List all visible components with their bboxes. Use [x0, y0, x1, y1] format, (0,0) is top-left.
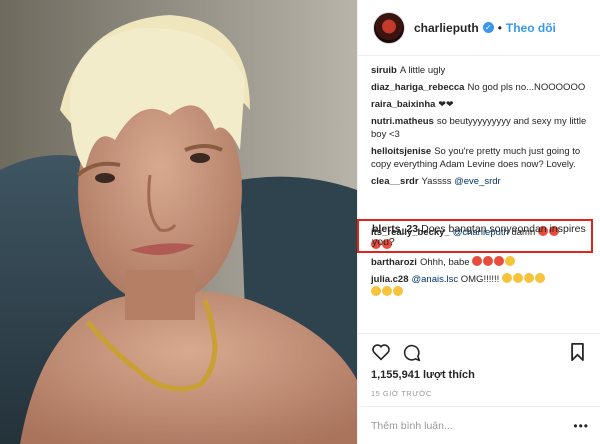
instagram-post: charlieputh ✓ • Theo dõi siruib A little … [0, 0, 600, 444]
username-link[interactable]: charlieputh [414, 21, 479, 35]
separator-dot: • [497, 20, 502, 35]
comment-text: ❤❤ [438, 99, 454, 109]
comment: julia.c28 @anais.lsc OMG!!!!!! [371, 273, 593, 299]
action-bar [358, 333, 600, 362]
crying-laughing-emoji-icon [393, 286, 403, 296]
comment-username[interactable]: diaz_hariga_rebecca [371, 82, 464, 93]
follow-button[interactable]: Theo dõi [506, 21, 556, 35]
comment-placeholder [371, 192, 593, 222]
comment-text: A little ugly [399, 65, 446, 76]
verified-badge-icon: ✓ [482, 22, 494, 33]
comment-mention[interactable]: @anais.lsc [412, 274, 459, 285]
comment-username[interactable]: helloitsjenise [371, 146, 431, 157]
post-photo[interactable] [0, 0, 357, 444]
comment-username[interactable]: bartharozi [371, 257, 417, 268]
comment: diaz_hariga_rebecca No god pls no...NOOOO… [371, 81, 593, 94]
comment: raira_baixinha ❤❤ [371, 98, 593, 111]
comment: helloitsjenise So you're pretty much just… [371, 145, 593, 171]
post-header: charlieputh ✓ • Theo dõi [358, 0, 600, 56]
more-options-icon[interactable]: ••• [573, 419, 589, 433]
crying-laughing-emoji-icon [534, 273, 545, 283]
comment-mention[interactable]: @eve_srdr [454, 176, 501, 187]
likes-count[interactable]: 1,155,941 lượt thích [371, 369, 475, 381]
heart-outline-icon[interactable] [371, 343, 391, 361]
comment-username[interactable]: julia.c28 [371, 274, 409, 285]
comments-list: siruib A little ugly diaz_hariga_rebecca N… [371, 64, 593, 303]
post-timestamp: 15 GIỜ TRƯỚC [371, 389, 432, 398]
comment-text: OMG!!!!!! [460, 274, 500, 285]
crying-laughing-emoji-icon [382, 286, 392, 296]
comment-username[interactable]: raira_baixinha [371, 99, 435, 110]
comment: bartharozi Ohhh, babe [371, 256, 593, 269]
highlighted-comment: blerts_23 Does bangtan sonyeondan inspire… [372, 223, 587, 249]
comment: clea__srdr Yassss @eve_srdr [371, 175, 593, 188]
heart-eyes-emoji-icon [494, 256, 505, 266]
comment-text: Yassss [421, 176, 452, 187]
comment-text: No god pls no...NOOOOOO [467, 82, 586, 93]
bookmark-icon[interactable] [570, 343, 585, 361]
comment: siruib A little ugly [371, 64, 593, 77]
post-photo-image [0, 0, 357, 444]
comment-username[interactable]: nutri.matheus [371, 116, 434, 127]
crying-laughing-emoji-icon [505, 256, 516, 266]
crying-laughing-emoji-icon [501, 273, 512, 283]
comment-username[interactable]: clea__srdr [371, 176, 419, 187]
heart-eyes-emoji-icon [472, 256, 483, 266]
crying-laughing-emoji-icon [512, 273, 523, 283]
comment-bubble-icon[interactable] [402, 343, 421, 362]
crying-laughing-emoji-icon [371, 286, 381, 296]
crying-laughing-emoji-icon [523, 273, 534, 283]
comment-username[interactable]: blerts_23 [372, 223, 418, 235]
add-comment-input[interactable]: Thêm bình luận... [371, 420, 453, 432]
avatar[interactable] [373, 11, 405, 44]
comment-text: Ohhh, babe [419, 257, 470, 268]
comment: nutri.matheus so beutyyyyyyyyy and sexy m… [371, 115, 593, 141]
comment-username[interactable]: siruib [371, 65, 397, 76]
add-comment-bar: Thêm bình luận... ••• [358, 406, 600, 444]
heart-eyes-emoji-icon [483, 256, 494, 266]
